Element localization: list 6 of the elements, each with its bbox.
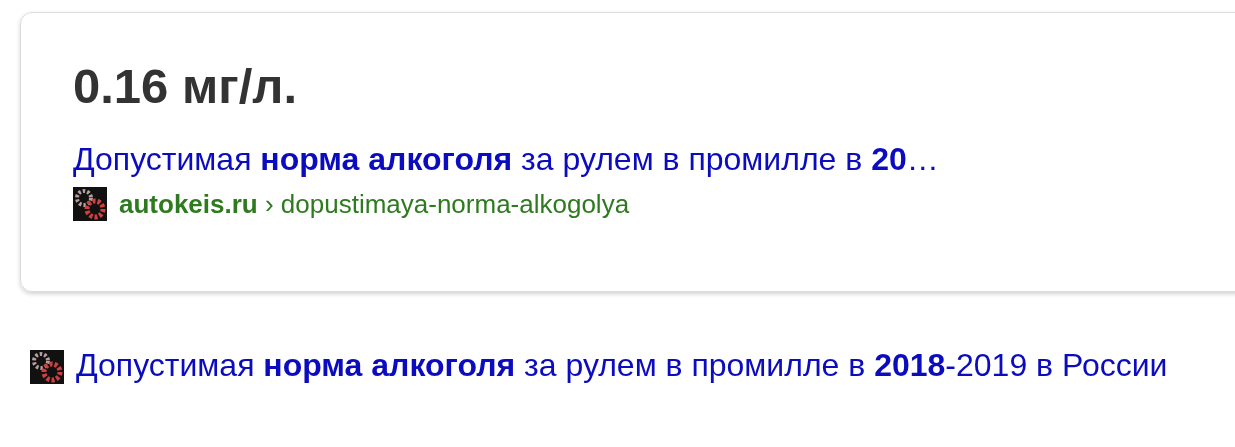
gears-icon (30, 350, 64, 384)
breadcrumb: autokeis.ru › dopustimaya-norma-alkogolya (119, 188, 630, 221)
result-link[interactable]: Допустимая норма алкоголя за рулем в промилле в 20… (73, 140, 939, 177)
result-link[interactable]: Допустимая норма алкоголя за рулем в промилле в 2018-2019 в России (76, 347, 1168, 383)
answer-text: 0.16 мг/л. (73, 58, 298, 115)
gears-icon (73, 187, 107, 222)
